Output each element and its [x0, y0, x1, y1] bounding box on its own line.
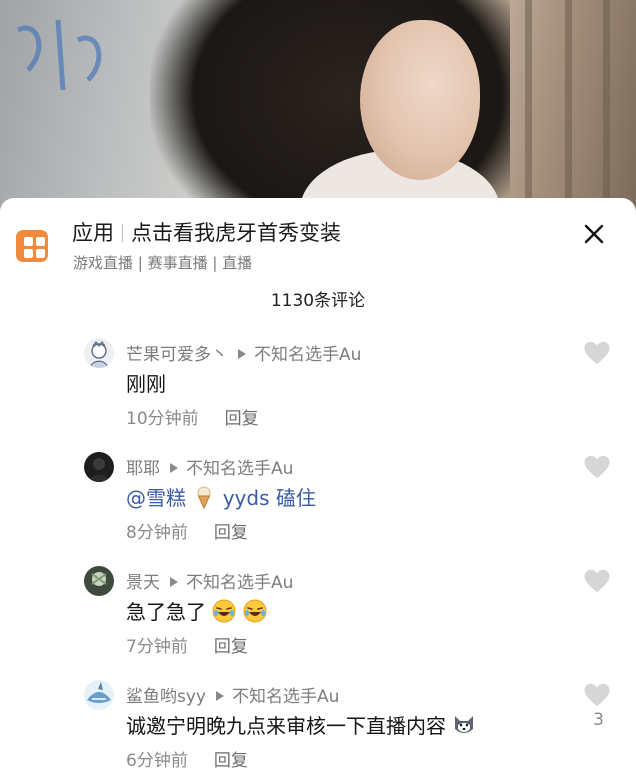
reply-button[interactable]: 回复 — [225, 409, 259, 429]
comment-author[interactable]: 耶耶 — [126, 459, 160, 479]
laughing-tears-emoji-icon — [243, 599, 267, 623]
wall-graffiti — [16, 19, 102, 91]
comment-time: 8分钟前 — [126, 523, 188, 543]
app-headline: 点击看我虎牙首秀变装 — [131, 221, 341, 245]
comment-item[interactable]: 耶耶 不知名选手Au @雪糕 yyds 磕住 8分钟前 回复 — [0, 452, 636, 566]
reply-arrow-icon — [170, 577, 178, 587]
reply-target[interactable]: 不知名选手Au — [186, 573, 293, 593]
comment-text-body: yyds 磕住 — [222, 486, 316, 510]
avatar[interactable] — [84, 566, 114, 596]
avatar[interactable] — [84, 680, 114, 710]
comment-text-body: 诚邀宁明晚九点来审核一下直播内容 — [126, 714, 446, 738]
comment-text: 急了急了 — [126, 596, 267, 625]
heart-icon[interactable] — [582, 452, 612, 482]
laughing-tears-emoji-icon — [212, 599, 236, 623]
comment-time: 10分钟前 — [126, 409, 199, 429]
app-banner[interactable]: 应用 点击看我虎牙首秀变装 游戏直播 | 赛事直播 | 直播 — [16, 218, 620, 278]
comment-item[interactable]: 芒果可爱多丶 不知名选手Au 刚刚 10分钟前 回复 — [0, 338, 636, 452]
comment-meta: 10分钟前 回复 — [126, 404, 259, 429]
character-avatar-icon — [84, 566, 114, 596]
comment-text: 刚刚 — [126, 372, 166, 396]
heart-icon[interactable] — [582, 566, 612, 596]
reply-arrow-icon — [215, 691, 224, 701]
app-grid-icon — [16, 230, 48, 262]
comment-time: 6分钟前 — [126, 751, 188, 771]
like-count: 3 — [593, 710, 604, 730]
comment-item[interactable]: 景天 不知名选手Au 急了急了 7分钟前 回复 — [0, 566, 636, 680]
comment-author[interactable]: 芒果可爱多丶 — [126, 345, 228, 365]
shark-avatar-icon — [84, 680, 114, 710]
reply-arrow-icon — [170, 463, 178, 473]
fence-bar — [525, 0, 532, 210]
avatar[interactable] — [84, 452, 114, 482]
comment-count: 1130条评论 — [270, 291, 366, 311]
app-banner-title[interactable]: 应用 点击看我虎牙首秀变装 — [72, 218, 341, 248]
reply-target[interactable]: 不知名选手Au — [232, 687, 339, 707]
comment-header: 芒果可爱多丶 不知名选手Au — [126, 340, 361, 365]
person-face — [360, 20, 480, 180]
heart-icon[interactable] — [582, 338, 612, 368]
comment-meta: 6分钟前 回复 — [126, 746, 248, 771]
video-cover-photo[interactable] — [0, 0, 636, 210]
comment-text: 诚邀宁明晚九点来审核一下直播内容 — [126, 710, 476, 739]
ice-cream-icon — [197, 486, 211, 509]
comment-header: 鲨鱼哟syy 不知名选手Au — [126, 682, 339, 707]
reply-button[interactable]: 回复 — [214, 523, 248, 543]
comment-time: 7分钟前 — [126, 637, 188, 657]
comment-text: @雪糕 yyds 磕住 — [126, 482, 316, 511]
app-label: 应用 — [72, 221, 114, 245]
dark-avatar-icon — [84, 452, 114, 482]
close-icon[interactable] — [582, 222, 606, 246]
comment-meta: 8分钟前 回复 — [126, 518, 248, 543]
comment-meta: 7分钟前 回复 — [126, 632, 248, 657]
comment-author[interactable]: 鲨鱼哟syy — [126, 687, 206, 707]
avatar[interactable] — [84, 338, 114, 368]
comment-sheet: 应用 点击看我虎牙首秀变装 游戏直播 | 赛事直播 | 直播 1130条评论 芒果… — [0, 198, 636, 775]
reply-button[interactable]: 回复 — [214, 751, 248, 771]
app-banner-subtitle: 游戏直播 | 赛事直播 | 直播 — [73, 254, 253, 272]
reply-arrow-icon — [238, 349, 246, 359]
reply-target[interactable]: 不知名选手Au — [254, 345, 361, 365]
comment-header: 景天 不知名选手Au — [126, 568, 293, 593]
fence-bar — [565, 0, 572, 210]
fence-bar — [603, 0, 610, 210]
comment-text-body: 急了急了 — [126, 600, 206, 624]
reply-button[interactable]: 回复 — [214, 637, 248, 657]
comment-header: 耶耶 不知名选手Au — [126, 454, 293, 479]
heart-icon[interactable] — [582, 680, 612, 710]
reply-target[interactable]: 不知名选手Au — [186, 459, 293, 479]
mention-link[interactable]: @雪糕 — [126, 486, 186, 510]
divider — [122, 224, 123, 242]
husky-dog-emoji-icon — [455, 716, 474, 733]
comment-author[interactable]: 景天 — [126, 573, 160, 593]
cartoon-avatar-icon — [84, 338, 114, 368]
comment-item[interactable]: 鲨鱼哟syy 不知名选手Au 诚邀宁明晚九点来审核一下直播内容 6分钟前 回复 3 — [0, 680, 636, 775]
